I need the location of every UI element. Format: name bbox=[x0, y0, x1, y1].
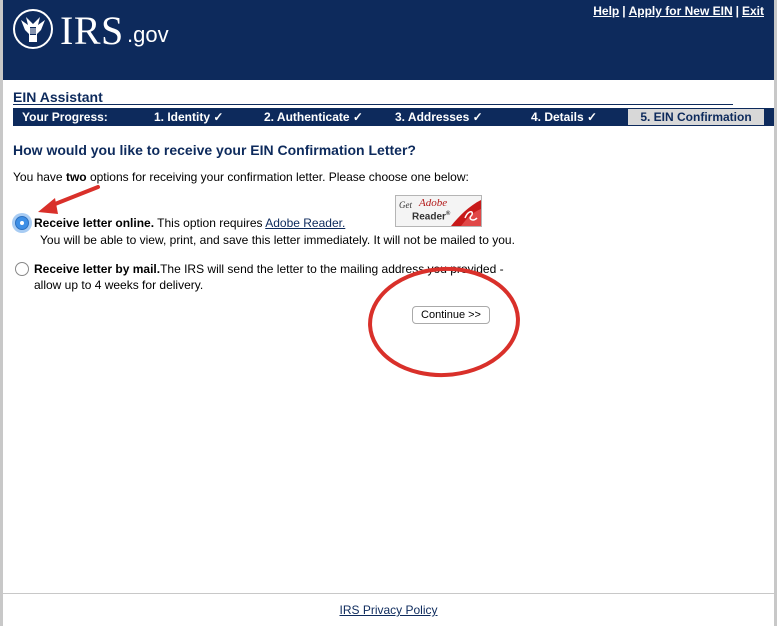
footer-rule bbox=[3, 593, 774, 594]
footer: IRS Privacy Policy bbox=[0, 603, 777, 617]
red-arrow-icon bbox=[38, 185, 100, 214]
annotation-overlay bbox=[38, 185, 520, 378]
privacy-policy-link[interactable]: IRS Privacy Policy bbox=[339, 603, 437, 617]
red-circle-annotation-icon bbox=[368, 266, 520, 378]
